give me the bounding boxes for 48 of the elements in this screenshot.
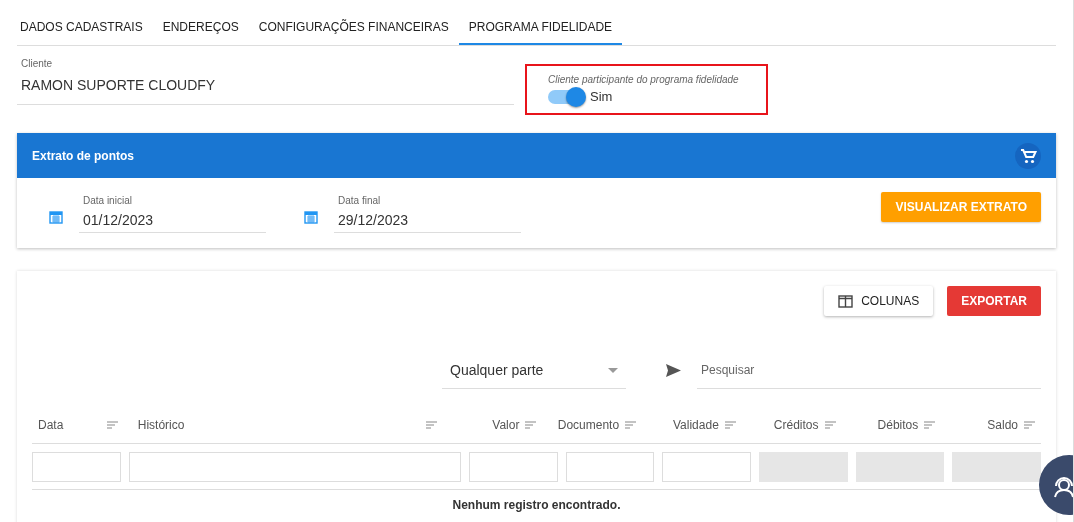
column-header[interactable]: Histórico	[137, 418, 185, 432]
sort-icon[interactable]	[625, 421, 637, 429]
column-header[interactable]: Créditos	[773, 418, 819, 432]
tab[interactable]: ENDEREÇOS	[152, 0, 249, 45]
date-field[interactable]: Data final 29/12/2023	[334, 186, 521, 233]
sort-icon[interactable]	[824, 421, 836, 429]
cart-icon[interactable]	[1015, 142, 1041, 169]
sort-icon[interactable]	[425, 421, 437, 429]
column-header[interactable]: Validade	[673, 418, 719, 432]
match-dropdown[interactable]: Qualquer parte	[442, 352, 626, 389]
field-value: 29/12/2023	[338, 212, 410, 228]
toggle-switch[interactable]	[548, 89, 584, 104]
tab[interactable]: CONFIGURAÇÕES FINANCEIRAS	[248, 0, 459, 45]
filter-field[interactable]	[32, 452, 121, 482]
filter-field[interactable]	[128, 452, 462, 482]
send-icon[interactable]	[666, 364, 681, 377]
export-button[interactable]: EXPORTAR	[947, 286, 1041, 316]
switch-text: Sim	[590, 89, 613, 104]
dropdown-caret-icon	[608, 367, 618, 373]
date-field[interactable]: Data inicial 01/12/2023	[79, 186, 266, 233]
field-label: Data final	[338, 195, 382, 206]
column-header[interactable]: Saldo	[987, 418, 1018, 432]
card-title: Extrato de pontos	[32, 148, 134, 163]
field-label: Data inicial	[83, 195, 133, 206]
column-header[interactable]: Débitos	[877, 418, 919, 432]
filter-field[interactable]	[565, 452, 655, 482]
sort-icon[interactable]	[924, 421, 936, 429]
filter-field[interactable]	[469, 452, 558, 482]
sort-icon[interactable]	[1024, 421, 1035, 429]
tab[interactable]: DADOS CADASTRAIS	[17, 0, 153, 45]
field-value: 01/12/2023	[83, 212, 155, 228]
filter-field[interactable]	[662, 452, 752, 482]
sort-icon[interactable]	[106, 421, 118, 429]
tab[interactable]: PROGRAMA FIDELIDADE	[458, 0, 623, 45]
field-value: RAMON SUPORTE CLOUDFY	[21, 77, 217, 93]
column-header[interactable]: Data	[38, 418, 64, 432]
empty-message: Nenhum registro encontrado.	[451, 498, 622, 512]
column-header[interactable]: Documento	[557, 418, 620, 432]
field-label: Cliente	[21, 58, 54, 69]
columns-icon	[838, 294, 854, 308]
switch-label: Cliente participante do programa fidelidade	[548, 74, 740, 85]
client-field[interactable]: Cliente RAMON SUPORTE CLOUDFY	[17, 58, 514, 105]
sort-icon[interactable]	[724, 421, 736, 429]
sort-icon[interactable]	[525, 421, 537, 429]
columns-button[interactable]: COLUNAS	[824, 286, 934, 316]
calendar-icon[interactable]	[304, 209, 318, 224]
calendar-icon[interactable]	[49, 209, 63, 224]
column-header[interactable]: Valor	[492, 418, 520, 432]
